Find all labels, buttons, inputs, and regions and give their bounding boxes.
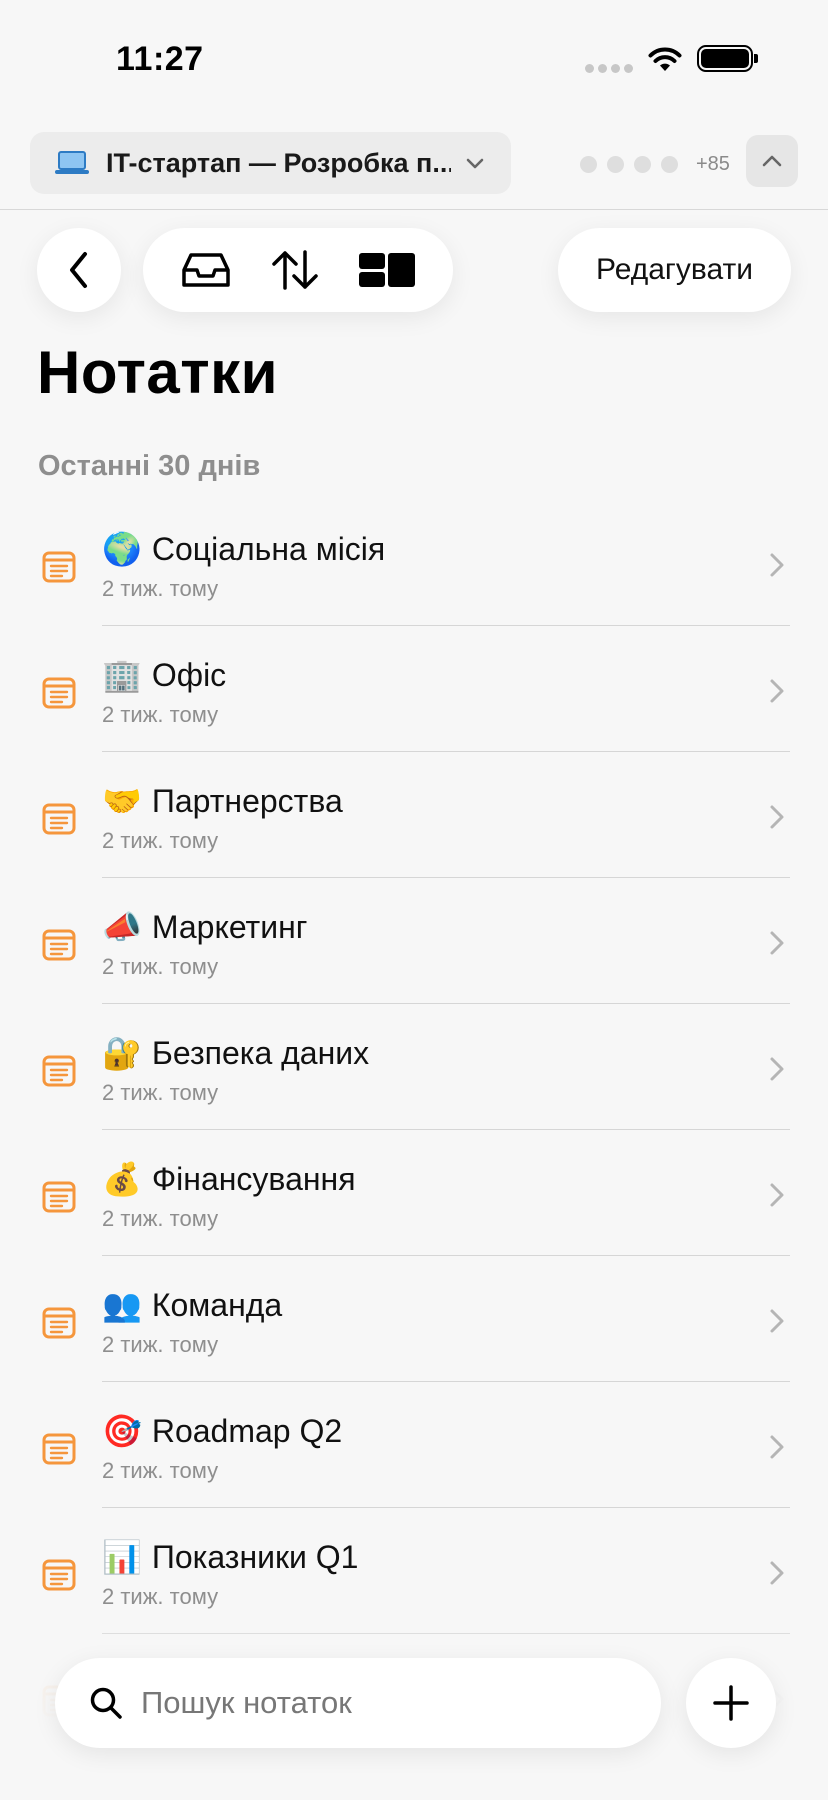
wifi-icon	[648, 47, 682, 71]
note-title-text: Соціальна місія	[151, 531, 386, 567]
note-list-item[interactable]: 📊 Показники Q1 2 тиж. тому	[0, 1508, 828, 1634]
note-title-text: Roadmap Q2	[151, 1413, 343, 1449]
note-icon	[42, 1181, 76, 1213]
note-title: 🔐 Безпека даних	[102, 1034, 369, 1072]
layout-grid-icon[interactable]	[359, 253, 416, 287]
note-title-text: Фінансування	[151, 1161, 356, 1197]
note-emoji: 📊	[102, 1538, 142, 1576]
note-title-text: Команда	[151, 1287, 283, 1323]
note-title: 💰 Фінансування	[102, 1160, 356, 1198]
note-list-item[interactable]: 🏢 Офіс 2 тиж. тому	[0, 626, 828, 752]
edit-button[interactable]: Редагувати	[558, 228, 791, 312]
collapse-button[interactable]	[746, 135, 798, 187]
note-icon	[42, 551, 76, 583]
notes-list: 🌍 Соціальна місія 2 тиж. тому 🏢 Офіс 2 тиж. т…	[0, 500, 828, 1760]
note-emoji: 👥	[102, 1286, 142, 1324]
note-icon	[42, 677, 76, 709]
chevron-right-icon	[770, 679, 784, 703]
chevron-right-icon	[770, 1561, 784, 1585]
cellular-signal-icon	[585, 64, 633, 73]
project-header: IT-стартап — Розробка п... +85	[0, 115, 828, 210]
note-emoji: 🏢	[102, 656, 142, 694]
note-list-item[interactable]: 💰 Фінансування 2 тиж. тому	[0, 1130, 828, 1256]
battery-icon	[697, 45, 758, 72]
chevron-right-icon	[770, 553, 784, 577]
plus-icon	[713, 1685, 749, 1721]
note-emoji: 🤝	[102, 782, 142, 820]
note-title: 📣 Маркетинг	[102, 908, 307, 946]
note-title-text: Офіс	[151, 657, 227, 693]
note-title: 🤝 Партнерства	[102, 782, 343, 820]
status-bar: 11:27	[0, 0, 828, 115]
note-timestamp: 2 тиж. тому	[102, 576, 219, 601]
chevron-right-icon	[770, 1183, 784, 1207]
chevron-right-icon	[770, 1435, 784, 1459]
note-emoji: 💰	[102, 1160, 142, 1198]
note-emoji: 🎯	[102, 1412, 142, 1450]
note-list-item[interactable]: 🤝 Партнерства 2 тиж. тому	[0, 752, 828, 878]
note-title-text: Партнерства	[151, 783, 343, 819]
sort-arrows-icon[interactable]	[270, 248, 320, 292]
avatar	[634, 156, 651, 173]
note-icon	[42, 1433, 76, 1465]
chevron-left-icon	[70, 252, 87, 288]
laptop-icon	[55, 151, 89, 174]
note-timestamp: 2 тиж. тому	[102, 1080, 219, 1105]
chevron-right-icon	[770, 931, 784, 955]
members-avatars[interactable]: +85	[580, 153, 730, 176]
note-title-text: Безпека даних	[151, 1035, 370, 1071]
note-timestamp: 2 тиж. тому	[102, 1458, 219, 1483]
note-icon	[42, 803, 76, 835]
note-list-item[interactable]: 🌍 Соціальна місія 2 тиж. тому	[0, 500, 828, 626]
chevron-down-icon	[466, 158, 484, 169]
note-timestamp: 2 тиж. тому	[102, 828, 219, 853]
note-list-item[interactable]: 🎯 Roadmap Q2 2 тиж. тому	[0, 1382, 828, 1508]
note-title: 👥 Команда	[102, 1286, 282, 1324]
note-timestamp: 2 тиж. тому	[102, 1206, 219, 1231]
note-emoji: 📣	[102, 908, 142, 946]
chevron-right-icon	[770, 805, 784, 829]
note-title: 📊 Показники Q1	[102, 1538, 358, 1576]
note-icon	[42, 929, 76, 961]
section-label: Останні 30 днів	[38, 450, 261, 482]
page-title: Нотатки	[37, 339, 279, 406]
note-title-text: Показники Q1	[151, 1539, 359, 1575]
search-icon	[90, 1687, 122, 1719]
note-title: 🏢 Офіс	[102, 656, 226, 694]
members-more-count: +85	[696, 153, 730, 175]
note-title-text: Маркетинг	[151, 909, 308, 945]
project-title: IT-стартап — Розробка п...	[106, 147, 451, 178]
avatar	[607, 156, 624, 173]
note-icon	[42, 1307, 76, 1339]
note-emoji: 🔐	[102, 1034, 142, 1072]
chevron-right-icon	[770, 1309, 784, 1333]
note-list-item[interactable]: 👥 Команда 2 тиж. тому	[0, 1256, 828, 1382]
search-input[interactable]	[141, 1685, 621, 1721]
avatar	[580, 156, 597, 173]
note-list-item[interactable]: 📣 Маркетинг 2 тиж. тому	[0, 878, 828, 1004]
note-timestamp: 2 тиж. тому	[102, 702, 219, 727]
chevron-right-icon	[770, 1057, 784, 1081]
add-note-button[interactable]	[686, 1658, 776, 1748]
status-icons	[585, 44, 758, 73]
note-timestamp: 2 тиж. тому	[102, 1584, 219, 1609]
note-title: 🎯 Roadmap Q2	[102, 1412, 342, 1450]
search-bar[interactable]	[55, 1658, 661, 1748]
note-icon	[42, 1055, 76, 1087]
chevron-up-icon	[762, 155, 782, 167]
status-time: 11:27	[116, 40, 204, 78]
note-icon	[42, 1559, 76, 1591]
note-emoji: 🌍	[102, 530, 142, 568]
project-selector[interactable]: IT-стартап — Розробка п...	[30, 132, 511, 194]
note-list-item[interactable]: 🔐 Безпека даних 2 тиж. тому	[0, 1004, 828, 1130]
note-title: 🌍 Соціальна місія	[102, 530, 385, 568]
toolbar: Редагувати	[0, 228, 828, 312]
back-button[interactable]	[37, 228, 121, 312]
view-tools-group	[143, 228, 453, 312]
avatar	[661, 156, 678, 173]
note-timestamp: 2 тиж. тому	[102, 954, 219, 979]
note-timestamp: 2 тиж. тому	[102, 1332, 219, 1357]
inbox-tray-icon[interactable]	[181, 250, 231, 290]
